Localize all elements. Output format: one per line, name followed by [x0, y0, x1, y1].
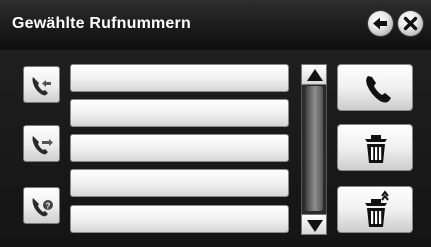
list-item[interactable]: [70, 205, 289, 233]
call-icon: [366, 76, 391, 103]
delete-button[interactable]: [337, 124, 413, 171]
scroll-up-icon: [307, 69, 323, 81]
list-item[interactable]: [70, 134, 289, 162]
back-button[interactable]: [368, 11, 393, 36]
missed-call-icon: ?: [32, 198, 53, 217]
scroll-up-button[interactable]: [301, 64, 327, 85]
delete-all-button[interactable]: [337, 186, 413, 233]
call-button[interactable]: [337, 64, 413, 111]
title-bar: Gewählte Rufnummern: [0, 0, 431, 50]
close-button[interactable]: [398, 11, 423, 36]
scroll-down-icon: [307, 220, 323, 232]
scrollbar-thumb[interactable]: [305, 86, 323, 211]
delete-icon: [365, 135, 387, 163]
list-item[interactable]: [70, 99, 289, 127]
back-arrow-icon: [373, 17, 387, 30]
scroll-down-button[interactable]: [301, 214, 327, 235]
delete-all-icon: [365, 190, 389, 227]
page-title: Gewählte Rufnummern: [12, 15, 191, 32]
outgoing-call-icon: [32, 136, 53, 155]
incoming-call-icon: [32, 77, 51, 96]
filter-outgoing-button[interactable]: [23, 125, 60, 162]
svg-text:?: ?: [46, 202, 51, 211]
filter-incoming-button[interactable]: [23, 66, 60, 103]
filter-missed-button[interactable]: ?: [23, 187, 60, 224]
list-item[interactable]: [70, 64, 289, 92]
close-icon: [403, 16, 418, 31]
list-item[interactable]: [70, 169, 289, 197]
